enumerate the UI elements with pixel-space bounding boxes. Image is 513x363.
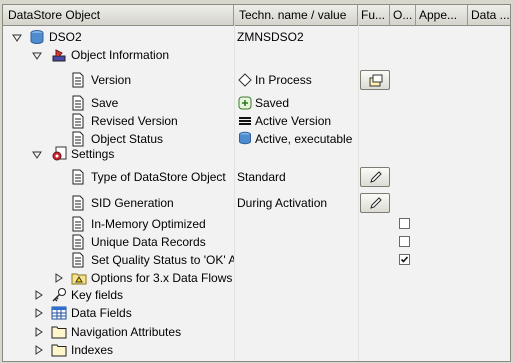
tree-node-dso2[interactable]: DSO2 ZMNSDSO2 <box>3 29 510 45</box>
document-icon <box>72 95 84 111</box>
cube-icon <box>239 131 251 145</box>
tree-node-value: In Process <box>255 73 312 87</box>
tree-node-label: Save <box>91 96 119 110</box>
document-icon <box>72 252 84 268</box>
document-icon <box>72 72 84 88</box>
tree-node-label: Key fields <box>71 288 124 302</box>
column-header-object[interactable]: DataStore Object <box>3 5 234 25</box>
table-icon <box>51 306 67 320</box>
tree-node-version[interactable]: Version In Process <box>3 69 510 91</box>
tree-node-object-information[interactable]: Object Information <box>3 47 510 63</box>
column-header-techname[interactable]: Techn. name / value <box>234 5 358 25</box>
tree-node-label: Set Quality Status to 'OK' A <box>91 253 234 267</box>
collapse-arrow-icon[interactable] <box>12 33 22 43</box>
tree-node-label: Revised Version <box>91 114 178 128</box>
key-icon <box>52 288 66 302</box>
column-header-bar: DataStore Object Techn. name / value Fu.… <box>3 5 510 26</box>
tree-node-label: DSO2 <box>49 30 82 44</box>
tree-node-label: Object Status <box>91 132 164 146</box>
cube-icon <box>30 30 44 44</box>
tree-node-label: In-Memory Optimized <box>91 217 206 231</box>
object-info-icon <box>52 49 66 62</box>
document-icon <box>72 216 84 232</box>
tree-node-label: Type of DataStore Object <box>91 170 226 184</box>
edit-sid-generation-button[interactable] <box>360 193 390 213</box>
equals-icon <box>239 117 251 125</box>
expand-arrow-icon[interactable] <box>54 273 64 283</box>
tree-node-revised-version[interactable]: Revised Version Active Version <box>3 112 510 130</box>
collapse-arrow-icon[interactable] <box>32 150 42 160</box>
tree-node-label: Version <box>91 73 132 87</box>
saved-icon <box>238 96 252 110</box>
document-icon <box>72 234 84 250</box>
column-header-fu[interactable]: Fu... <box>358 5 390 25</box>
tree-node-options-3x[interactable]: Options for 3.x Data Flows <box>3 269 510 287</box>
tree-node-key-fields[interactable]: Key fields <box>3 286 510 304</box>
unique-records-checkbox[interactable] <box>399 236 410 247</box>
expand-arrow-icon[interactable] <box>34 308 44 318</box>
expand-arrow-icon[interactable] <box>34 345 44 355</box>
tree-node-type[interactable]: Type of DataStore Object Standard <box>3 165 510 189</box>
document-icon <box>72 131 84 147</box>
tree-node-navigation-attributes[interactable]: Navigation Attributes <box>3 323 510 341</box>
expand-arrow-icon[interactable] <box>34 290 44 300</box>
diamond-icon <box>238 73 252 87</box>
folder-warning-icon <box>71 273 87 285</box>
tree-node-quality-status[interactable]: Set Quality Status to 'OK' A <box>3 251 510 269</box>
pencil-icon <box>370 171 382 183</box>
settings-icon <box>52 146 67 161</box>
column-header-o[interactable]: O... <box>390 5 416 25</box>
change-version-icon <box>369 74 383 87</box>
document-icon <box>72 169 84 185</box>
tree-node-label: Object Information <box>71 48 170 62</box>
folder-icon <box>51 326 67 339</box>
tree-node-value: Active, executable <box>255 132 353 146</box>
tree-node-value: ZMNSDSO2 <box>237 30 304 44</box>
version-action-button[interactable] <box>360 70 390 90</box>
in-memory-checkbox[interactable] <box>399 218 410 229</box>
tree-node-label: Data Fields <box>71 306 132 320</box>
tree-node-value: Active Version <box>255 114 332 128</box>
tree-node-unique-records[interactable]: Unique Data Records <box>3 233 510 251</box>
tree-node-indexes[interactable]: Indexes <box>3 341 510 359</box>
tree-node-label: SID Generation <box>91 196 174 210</box>
document-icon <box>72 113 84 129</box>
column-header-appe[interactable]: Appe... <box>416 5 468 25</box>
edit-type-button[interactable] <box>360 167 390 187</box>
tree-node-sid-generation[interactable]: SID Generation During Activation <box>3 191 510 215</box>
tree-node-in-memory[interactable]: In-Memory Optimized <box>3 215 510 233</box>
tree-node-label: Unique Data Records <box>91 235 206 249</box>
tree-node-value: During Activation <box>237 196 328 210</box>
document-icon <box>72 195 84 211</box>
tree-node-label: Settings <box>71 147 115 161</box>
datastore-tree-table: DataStore Object Techn. name / value Fu.… <box>2 4 511 362</box>
tree-node-value: Saved <box>255 96 290 110</box>
tree-node-label: Options for 3.x Data Flows <box>91 271 233 285</box>
tree-node-value: Standard <box>237 170 286 184</box>
pencil-icon <box>370 197 382 209</box>
column-header-data[interactable]: Data ... <box>468 5 510 25</box>
tree-node-label: Indexes <box>71 343 114 357</box>
collapse-arrow-icon[interactable] <box>32 51 42 61</box>
tree-node-settings[interactable]: Settings <box>3 146 510 162</box>
expand-arrow-icon[interactable] <box>34 327 44 337</box>
tree-node-save[interactable]: Save Saved <box>3 94 510 112</box>
tree-node-label: Navigation Attributes <box>71 325 182 339</box>
folder-icon <box>51 344 67 357</box>
checkmark-icon <box>400 256 409 263</box>
tree-node-data-fields[interactable]: Data Fields <box>3 304 510 322</box>
quality-status-checkbox[interactable] <box>399 254 410 265</box>
